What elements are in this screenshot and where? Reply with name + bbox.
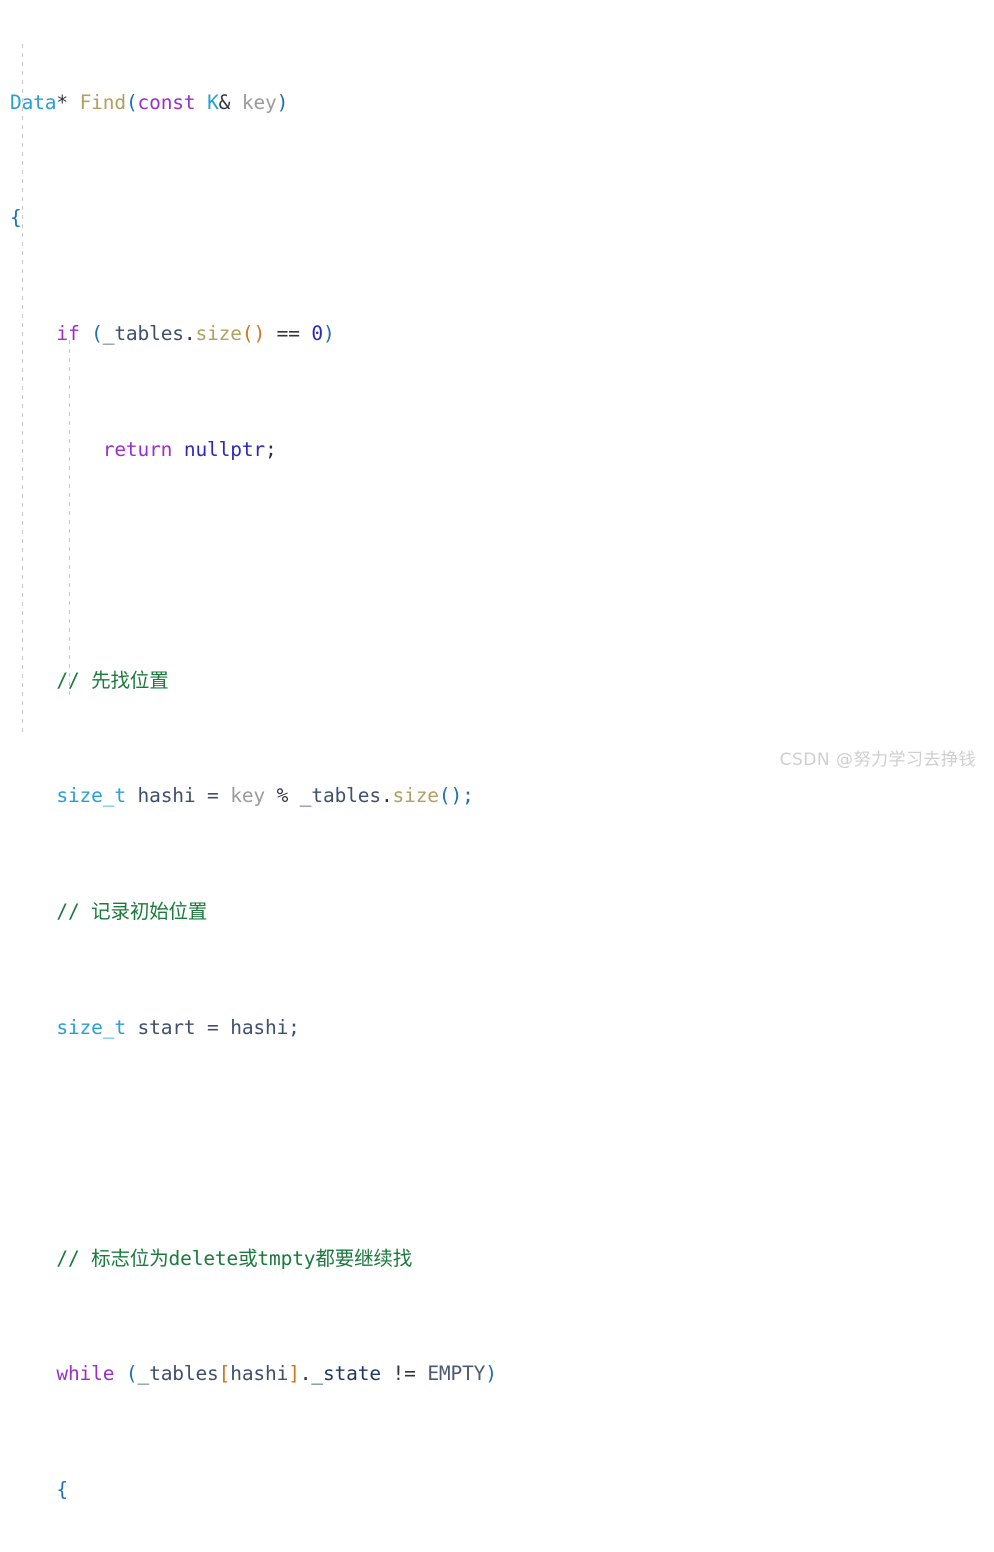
code-line-11[interactable]: // 标志位为delete或tmpty都要继续找 [0,1245,994,1274]
token-keyword-while: while [56,1362,115,1386]
token-semicolon: ; [265,437,277,461]
code-line-9[interactable]: size_t start = hashi; [0,1014,994,1043]
code-line-4[interactable]: return nullptr; [0,436,994,465]
token-ident-hashi-assign: hashi = [125,784,231,808]
token-dot: . [183,321,196,345]
code-line-12[interactable]: while (_tables[hashi]._state != EMPTY) [0,1360,994,1389]
code-content[interactable]: Data* Find(const K& key) { if (_tables.s… [0,2,994,1552]
token-keyword-return: return [102,437,173,461]
token-comment: // 先找位置 [56,668,169,692]
token-star: * [56,90,68,114]
token-brace-open: { [10,206,22,230]
token-ident-tables: _tables [137,1362,219,1386]
token-type-size_t: size_t [56,784,126,808]
token-constant-EMPTY: EMPTY [427,1362,486,1386]
code-line-8[interactable]: // 记录初始位置 [0,898,994,927]
token-paren-open: ( [91,321,103,345]
code-line-13[interactable]: { [0,1476,994,1505]
token-paren-close: ) [323,321,335,345]
token-param-key: key [241,90,277,114]
token-call-parens: (); [438,784,474,808]
token-number-0: 0 [311,321,324,345]
code-line-3[interactable]: if (_tables.size() == 0) [0,320,994,349]
token-operator-neq: != [380,1362,428,1386]
token-call-parens: () [241,321,266,345]
token-ampersand: & [218,90,231,114]
token-operator-mod: % [265,784,300,808]
token-type-K: K [207,90,219,114]
token-keyword-if: if [56,321,80,345]
code-line-7[interactable]: size_t hashi = key % _tables.size(); [0,782,994,811]
token-comment: // 标志位为delete或tmpty都要继续找 [56,1246,413,1270]
token-ident-tables: _tables [299,784,381,808]
token-paren-close: ) [485,1362,497,1386]
csdn-watermark: CSDN @努力学习去挣钱 [779,750,976,770]
token-type-size_t: size_t [56,1015,126,1039]
token-brace-open: { [56,1478,68,1502]
token-bracket-open: [ [218,1362,231,1386]
code-line-10-blank[interactable] [0,1129,994,1158]
token-paren-open: ( [125,1362,138,1386]
token-keyword-nullptr: nullptr [183,437,266,461]
token-ident-start-assign: start = hashi; [125,1015,300,1039]
token-method-size: size [392,784,440,808]
code-line-5-blank[interactable] [0,551,994,580]
token-ident-tables: _tables [102,321,184,345]
token-dot: . [299,1362,312,1386]
token-function-Find: Find [79,90,127,114]
token-comment: // 记录初始位置 [56,899,208,923]
token-operator-eq: == [265,321,312,345]
token-method-size: size [195,321,242,345]
code-line-2[interactable]: { [0,204,994,233]
token-keyword-const: const [137,90,196,114]
code-editor[interactable]: Data* Find(const K& key) { if (_tables.s… [0,0,994,1501]
code-line-6[interactable]: // 先找位置 [0,667,994,696]
token-paren-open: ( [125,90,138,114]
code-line-1[interactable]: Data* Find(const K& key) [0,89,994,118]
token-bracket-close: ] [288,1362,300,1386]
token-paren-close: ) [276,90,289,114]
token-type-Data: Data [10,90,57,114]
token-param-key: key [230,784,266,808]
token-dot: . [380,784,393,808]
token-member-state: _state [311,1362,381,1386]
token-ident-hashi: hashi [230,1362,289,1386]
